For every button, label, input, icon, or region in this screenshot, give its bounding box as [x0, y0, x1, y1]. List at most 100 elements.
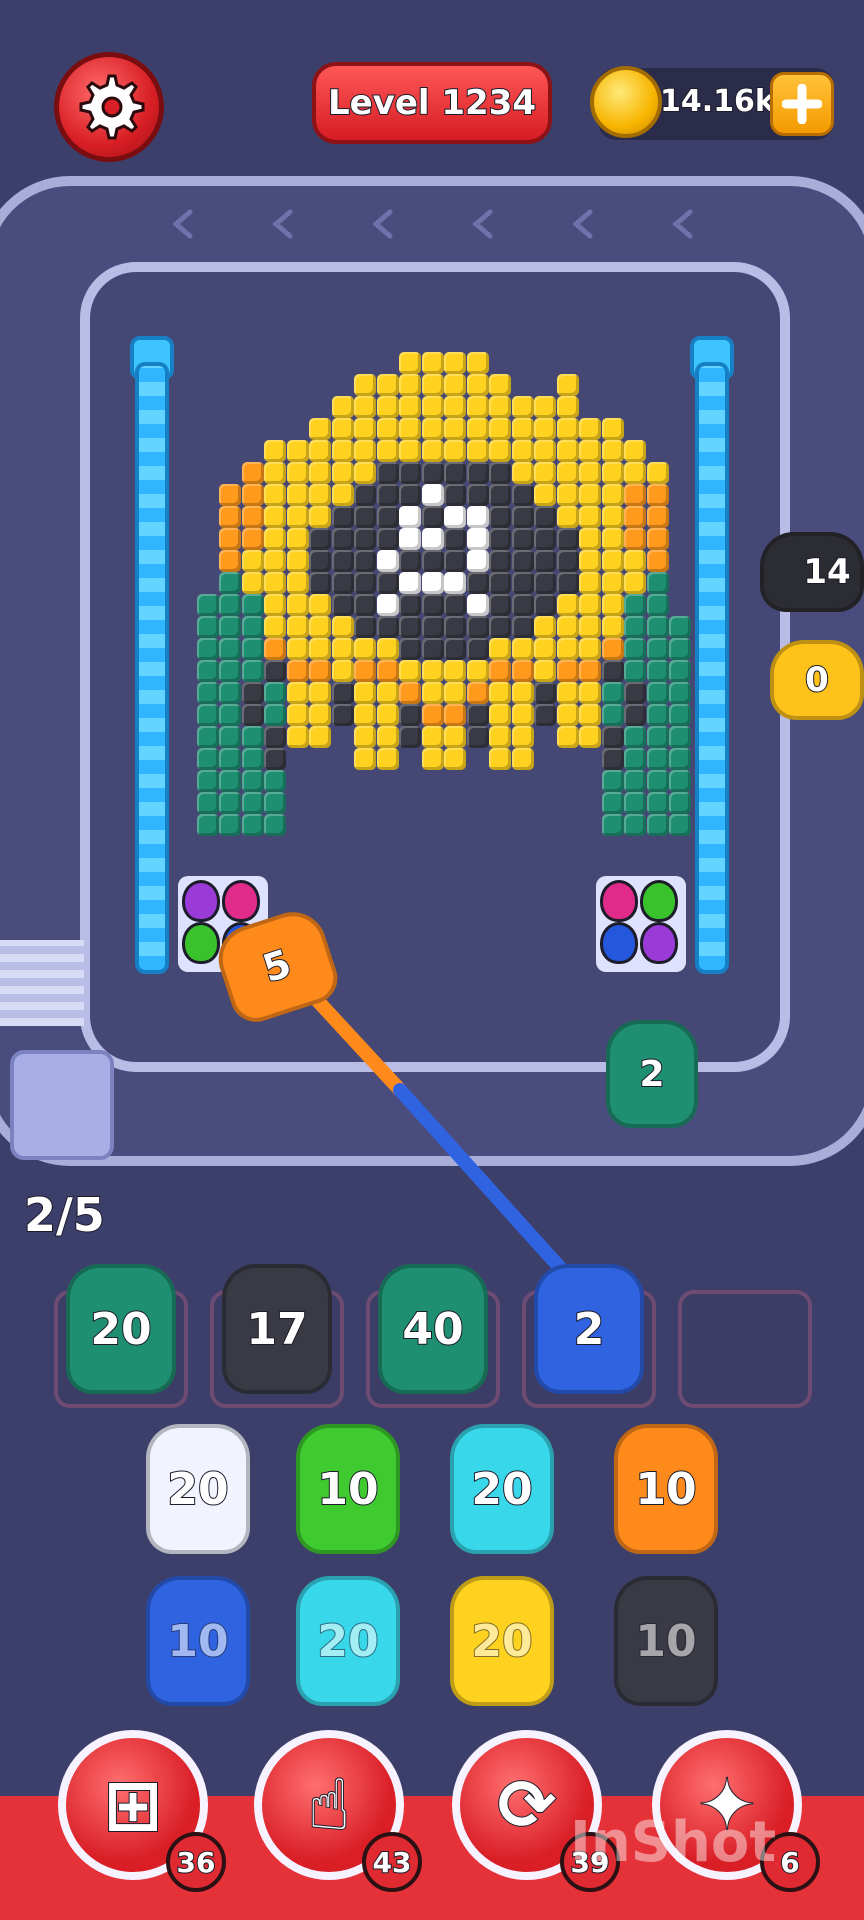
queue-shooter[interactable]: 20	[450, 1424, 554, 1554]
pixel-block	[466, 638, 489, 660]
pixel-block	[241, 726, 264, 748]
pixel-block	[534, 528, 556, 550]
pixel-block	[669, 704, 691, 726]
egg	[640, 880, 678, 922]
queue-shooter[interactable]: 10	[296, 1424, 400, 1554]
pixel-block	[399, 638, 421, 660]
pixel-block	[309, 550, 331, 572]
slot-5[interactable]	[678, 1290, 812, 1408]
pixel-block	[556, 506, 579, 528]
pixel-block	[309, 660, 331, 682]
pixel-block	[579, 682, 601, 704]
pixel-block	[264, 682, 286, 704]
watermark: InShot	[570, 1810, 777, 1875]
pixel-block	[399, 550, 421, 572]
slot-shooter[interactable]: 2	[534, 1264, 644, 1394]
pixel-block	[534, 616, 556, 638]
pixel-block	[579, 616, 601, 638]
shooter-capacity: 2/5	[23, 1187, 106, 1243]
pixel-block	[489, 726, 511, 748]
pixel-block	[466, 418, 489, 440]
pixel-block	[354, 616, 376, 638]
pixel-block	[309, 616, 331, 638]
pixel-block	[196, 660, 219, 682]
pixel-block	[489, 462, 511, 484]
pixel-block	[376, 550, 399, 572]
pixel-block	[376, 374, 399, 396]
pixel-block	[264, 572, 286, 594]
pixel-block	[534, 660, 556, 682]
pixel-block	[624, 638, 646, 660]
egg	[222, 880, 260, 922]
pixel-block	[511, 660, 534, 682]
egg-tray-right	[596, 876, 686, 972]
pixel-block	[466, 484, 489, 506]
pixel-block	[511, 726, 534, 748]
pixel-block	[646, 616, 669, 638]
pixel-block	[286, 550, 309, 572]
pixel-block	[556, 594, 579, 616]
shooter-count: 20	[470, 1615, 533, 1668]
slot-shooter[interactable]: 20	[66, 1264, 176, 1394]
pixel-block	[556, 704, 579, 726]
pixel-block	[646, 638, 669, 660]
pixel-block	[309, 572, 331, 594]
pixel-block	[579, 506, 601, 528]
pixel-block	[264, 792, 286, 814]
pixel-block	[601, 484, 624, 506]
pixel-block	[466, 704, 489, 726]
add-slot-icon: ⊞	[103, 1763, 164, 1847]
pixel-block	[196, 704, 219, 726]
pixel-block	[669, 814, 691, 836]
shooter-count: 2	[573, 1303, 606, 1356]
pixel-block	[444, 704, 466, 726]
pixel-block	[376, 440, 399, 462]
booster-count-badge: 43	[362, 1832, 422, 1892]
pixel-block	[511, 440, 534, 462]
pixel-block	[219, 594, 241, 616]
pixel-block	[376, 704, 399, 726]
shooter-count: 10	[166, 1615, 229, 1668]
conveyor-arrows	[172, 209, 693, 239]
pixel-block	[421, 682, 444, 704]
pixel-block	[601, 550, 624, 572]
level-indicator: Level 1234	[312, 62, 552, 144]
pixel-block	[466, 726, 489, 748]
pixel-block	[354, 638, 376, 660]
pixel-block	[444, 682, 466, 704]
pixel-block	[646, 572, 669, 594]
pixel-block	[376, 594, 399, 616]
pixel-block	[646, 682, 669, 704]
egg	[640, 922, 678, 964]
pixel-block	[579, 550, 601, 572]
pixel-block	[354, 748, 376, 770]
pixel-block	[264, 814, 286, 836]
settings-button[interactable]	[54, 52, 164, 162]
pixel-block	[624, 682, 646, 704]
pixel-block	[646, 770, 669, 792]
pixel-block	[399, 374, 421, 396]
pixel-block	[241, 660, 264, 682]
slot-shooter[interactable]: 17	[222, 1264, 332, 1394]
pixel-block	[534, 594, 556, 616]
queue-shooter[interactable]: 20	[146, 1424, 250, 1554]
pixel-block	[489, 616, 511, 638]
pixel-block	[241, 770, 264, 792]
slot-shooter[interactable]: 40	[378, 1264, 488, 1394]
pixel-block	[241, 506, 264, 528]
pixel-block	[444, 528, 466, 550]
queue-shooter[interactable]: 10	[614, 1424, 718, 1554]
pixel-block	[601, 770, 624, 792]
add-coins-button[interactable]	[770, 72, 834, 136]
pixel-block	[399, 682, 421, 704]
track-piece-yellow: 0	[770, 640, 864, 720]
pixel-block	[601, 418, 624, 440]
pixel-block	[264, 748, 286, 770]
pixel-block	[624, 616, 646, 638]
pixel-block	[309, 484, 331, 506]
pixel-block	[376, 682, 399, 704]
queue-shooter: 20	[296, 1576, 400, 1706]
pixel-block	[376, 572, 399, 594]
pixel-block	[286, 484, 309, 506]
pixel-block	[354, 396, 376, 418]
